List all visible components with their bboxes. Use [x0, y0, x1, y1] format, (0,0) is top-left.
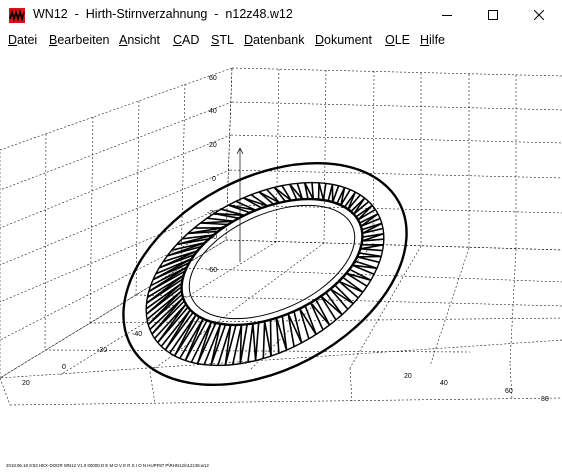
gear-tooth	[356, 255, 382, 264]
wn12-app-icon[interactable]	[9, 8, 25, 23]
floor-outline	[0, 239, 562, 379]
tooth-root-rim	[145, 181, 385, 367]
z-tick-label: -60	[207, 267, 217, 274]
y-tick-label: 60	[505, 388, 513, 395]
y-tick-label: 80	[541, 396, 549, 403]
z-tick-label: -20	[207, 210, 217, 217]
menu-dokument[interactable]: Dokument	[315, 33, 372, 47]
z-tick-label: -40	[207, 234, 217, 241]
menu-datenbank[interactable]: Datenbank	[244, 33, 304, 47]
x-tick-label: 0	[62, 364, 66, 371]
maximize-icon	[488, 10, 498, 20]
status-line: 2018.06.18 8:53 HEX-DOOR WN12 V1.0 00000…	[6, 463, 209, 468]
menu-hilfe[interactable]: Hilfe	[420, 33, 445, 47]
gear-tooth-flank	[269, 319, 272, 357]
gear-tooth-flank	[254, 322, 260, 361]
gear-tooth	[247, 323, 257, 363]
gear-tooth	[287, 313, 303, 347]
menu-stl[interactable]: STL	[211, 33, 234, 47]
y-tick-label: 20	[404, 373, 412, 380]
minimize-icon	[442, 15, 452, 16]
maximize-button[interactable]	[470, 0, 516, 30]
left-axis-labels: -40 -20 0 20	[22, 331, 142, 387]
x-tick-label: 20	[22, 380, 30, 387]
z-tick-label: 20	[209, 142, 217, 149]
close-icon	[534, 10, 544, 20]
gear-ring	[122, 161, 408, 387]
y-tick-label: 40	[440, 380, 448, 387]
z-tick-label: 0	[212, 176, 216, 183]
gear-tooth	[331, 184, 340, 203]
gear-tooth-flank	[350, 197, 366, 213]
close-button[interactable]	[516, 0, 562, 30]
x-tick-label: -20	[97, 347, 107, 354]
gear-tooth	[360, 244, 384, 252]
gear-tooth	[318, 182, 327, 201]
menu-ansicht[interactable]: Ansicht	[119, 33, 160, 47]
x-tick-label: -40	[132, 331, 142, 338]
menu-bearbeiten[interactable]: Bearbeiten	[49, 33, 109, 47]
outer-rim	[122, 161, 408, 387]
z-tick-label: 60	[209, 75, 217, 82]
gear-tooth	[345, 272, 372, 287]
menu-datei[interactable]: Datei	[8, 33, 37, 47]
title-bar: WN12 - Hirth-Stirnverzahnung - n12z48.w1…	[0, 0, 562, 30]
z-tick-label: 40	[209, 108, 217, 115]
gear-tooth-flank	[317, 182, 320, 200]
menu-bar: Datei Bearbeiten Ansicht CAD STL Datenba…	[0, 30, 562, 52]
gear-3d-viewport[interactable]: 60 40 20 0 -20 -40 -60 -40 -20 0 20 20 4…	[0, 52, 562, 472]
gear-tooth	[217, 324, 232, 366]
minimize-button[interactable]	[424, 0, 470, 30]
window-title: WN12 - Hirth-Stirnverzahnung - n12z48.w1…	[33, 7, 293, 21]
gear-tooth-flank	[200, 222, 229, 226]
grid-box	[0, 67, 562, 406]
menu-ole[interactable]: OLE	[385, 33, 410, 47]
menu-cad[interactable]: CAD	[173, 33, 199, 47]
